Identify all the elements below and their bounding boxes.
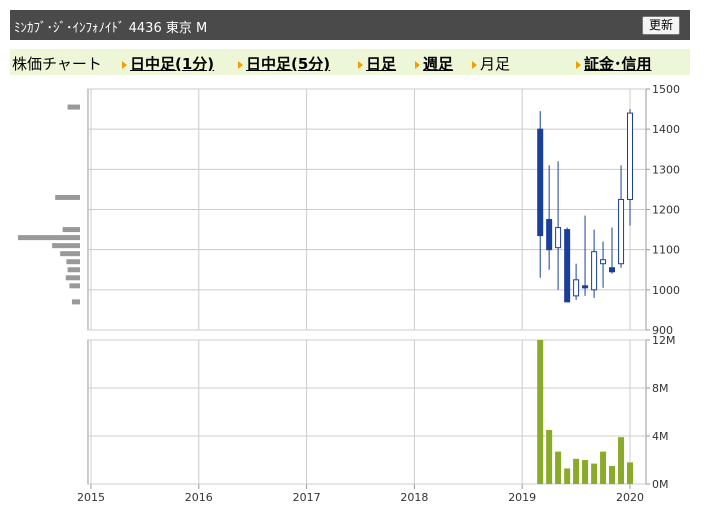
candle-body (591, 251, 598, 291)
candle-body (600, 259, 607, 265)
volume-bar (591, 463, 598, 484)
price-profile-bar (55, 194, 80, 200)
candle-body (546, 219, 553, 251)
price-profile-bar (62, 227, 80, 233)
price-y-tick-label: 1000 (652, 284, 680, 297)
volume-bar (627, 462, 633, 484)
volume-bar (618, 437, 625, 484)
x-tick-label: 2020 (616, 491, 644, 504)
x-tick-label: 2019 (508, 491, 536, 504)
volume-bar (546, 430, 553, 484)
volume-y-tick-label: 12M (652, 334, 676, 347)
x-tick-label: 2016 (185, 491, 213, 504)
candle-body (627, 112, 633, 200)
volume-panel (87, 339, 647, 485)
price-profile-bar (65, 275, 80, 281)
price-y-tick-label: 1100 (652, 244, 680, 257)
volume-bar (537, 340, 544, 484)
price-profile-bar (69, 283, 80, 289)
x-tick-label: 2018 (400, 491, 428, 504)
volume-y-tick-label: 0M (652, 478, 669, 491)
volume-bar (600, 451, 607, 484)
x-tick-label: 2015 (77, 491, 105, 504)
candle-body (582, 285, 589, 289)
volume-y-tick-label: 8M (652, 382, 669, 395)
candle-body (537, 128, 544, 237)
stock-chart: 2015 2016 2017 2018 2019 2020 1500 1400 1300 1200… (18, 83, 680, 504)
price-profile-bar (52, 243, 80, 249)
candle-body (608, 267, 615, 273)
x-tick-label: 2017 (293, 491, 321, 504)
price-profile-bar (71, 299, 80, 305)
price-profile-bar (67, 267, 80, 273)
candle-body (555, 227, 562, 249)
volume-bar (573, 458, 580, 484)
candle-body (618, 198, 625, 265)
volume-y-tick-label: 4M (652, 430, 669, 443)
price-y-tick-label: 1200 (652, 204, 680, 217)
price-profile-bar (66, 259, 80, 265)
candle-body (573, 279, 580, 297)
volume-bar (608, 466, 615, 484)
price-y-tick-label: 1400 (652, 123, 680, 136)
candle-body (564, 229, 571, 303)
price-profile-bar (18, 235, 80, 241)
price-profile-bar (60, 251, 80, 257)
price-y-tick-label: 1500 (652, 83, 680, 96)
volume-bar (582, 460, 589, 484)
volume-bar (555, 451, 562, 484)
volume-bar (564, 468, 571, 484)
price-y-tick-label: 1300 (652, 163, 680, 176)
price-profile-bar (67, 104, 80, 110)
